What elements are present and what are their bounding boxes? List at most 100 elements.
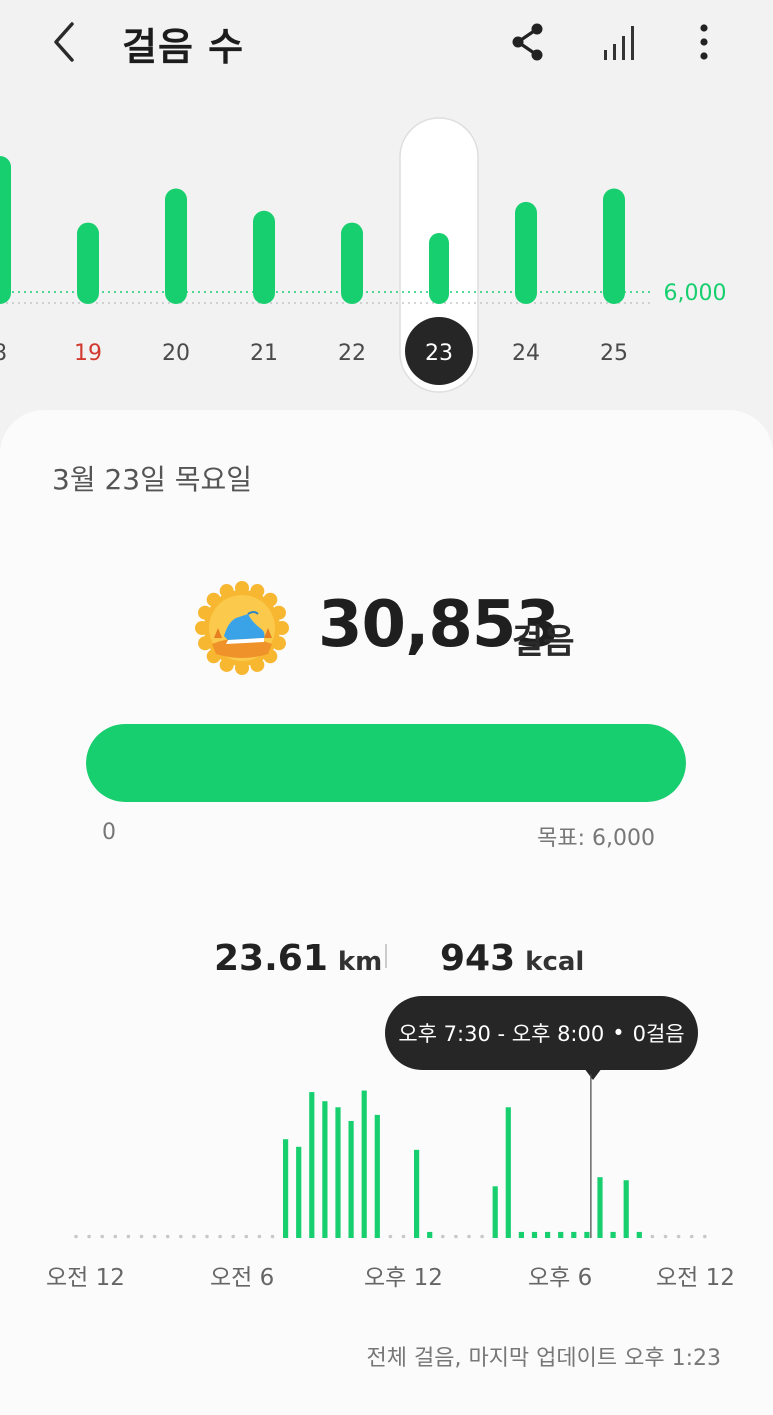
goal-value-label: 6,000: [664, 281, 727, 306]
day-label[interactable]: 8: [0, 341, 7, 366]
empty-slot-dot: [441, 1234, 445, 1239]
bar-tooltip: 오후 7:30 - 오후 8:00 • 0걸음: [385, 996, 698, 1070]
day-label[interactable]: 22: [338, 341, 366, 366]
empty-slot-dot: [480, 1234, 484, 1239]
hourly-bar[interactable]: [427, 1231, 433, 1238]
goal-progress-fill: [86, 724, 686, 802]
week-bars-chart[interactable]: 8 19 20 21 22 23 24 25 6,000: [0, 110, 773, 400]
empty-slot-dot: [87, 1234, 91, 1239]
hourly-steps-chart[interactable]: [0, 1070, 773, 1250]
hourly-bar[interactable]: [518, 1231, 524, 1238]
page-title: 걸음 수: [122, 25, 245, 69]
empty-slot-dot: [192, 1234, 196, 1239]
calories-unit: kcal: [525, 947, 585, 977]
empty-slot-dot: [454, 1234, 458, 1239]
x-tick-label: 오전 12: [46, 1265, 125, 1291]
x-tick-label: 오후 6: [528, 1265, 593, 1291]
hourly-bar[interactable]: [348, 1120, 354, 1238]
goal-progress-bar: [86, 724, 686, 802]
empty-slot-dot: [703, 1234, 707, 1239]
empty-slot-dot: [689, 1234, 694, 1239]
hourly-bar[interactable]: [623, 1180, 629, 1238]
empty-slot-dot: [231, 1234, 235, 1239]
day-bar[interactable]: [603, 188, 625, 304]
hourly-bar[interactable]: [636, 1231, 642, 1238]
share-icon: [512, 23, 543, 61]
day-bar[interactable]: [165, 188, 187, 304]
selected-date: 3월 23일 목요일: [52, 463, 253, 496]
more-vertical-icon: [700, 24, 708, 60]
x-tick-label: 오후 12: [364, 1265, 443, 1291]
hourly-bar[interactable]: [374, 1114, 380, 1238]
empty-slot-dot: [113, 1234, 118, 1239]
back-button[interactable]: [44, 18, 88, 66]
calories-stat: 943 kcal: [440, 938, 584, 979]
hourly-bar[interactable]: [558, 1231, 564, 1238]
day-label[interactable]: 24: [512, 341, 540, 366]
goal-label: 목표: 6,000: [537, 826, 655, 851]
x-tick-label: 오전 6: [210, 1265, 275, 1291]
distance-stat: 23.61 km: [214, 938, 382, 979]
empty-slot-dot: [257, 1234, 262, 1239]
progress-min-label: 0: [102, 820, 116, 845]
hourly-bar[interactable]: [584, 1231, 590, 1238]
hourly-bar[interactable]: [531, 1231, 538, 1238]
hourly-bar[interactable]: [309, 1092, 315, 1238]
day-label[interactable]: 25: [600, 341, 628, 366]
empty-slot-dot: [663, 1234, 668, 1239]
chevron-left-icon: [54, 22, 74, 62]
distance-unit: km: [337, 947, 383, 977]
hourly-bar[interactable]: [505, 1107, 511, 1238]
hourly-bar[interactable]: [610, 1231, 616, 1238]
empty-slot-dot: [205, 1234, 209, 1239]
hourly-bar[interactable]: [296, 1146, 302, 1238]
achievement-badge[interactable]: [194, 580, 290, 676]
hourly-bar[interactable]: [545, 1231, 551, 1238]
day-bar[interactable]: [341, 222, 363, 304]
empty-slot-dot: [244, 1234, 249, 1239]
last-update-text: 전체 걸음, 마지막 업데이트 오후 1:23: [366, 1346, 721, 1371]
day-label[interactable]: 23: [425, 341, 453, 366]
day-bar[interactable]: [0, 156, 11, 304]
empty-slot-dot: [139, 1234, 144, 1239]
empty-slot-dot: [467, 1234, 471, 1239]
day-label[interactable]: 21: [250, 341, 278, 366]
tooltip-range: 오후 7:30 - 오후 8:00: [398, 1022, 605, 1046]
day-label[interactable]: 19: [74, 341, 102, 366]
trends-button[interactable]: [596, 18, 644, 66]
tooltip-value: 0걸음: [632, 1022, 685, 1046]
hourly-bar[interactable]: [492, 1186, 498, 1238]
hourly-bar[interactable]: [322, 1101, 328, 1238]
calories-value: 943: [440, 938, 516, 979]
empty-slot-dot: [218, 1234, 222, 1239]
week-strip[interactable]: 8 19 20 21 22 23 24 25 6,000: [0, 110, 773, 400]
tooltip-separator: •: [612, 1021, 625, 1045]
empty-slot-dot: [650, 1234, 655, 1239]
day-bar[interactable]: [429, 232, 449, 304]
bar-chart-icon: [604, 26, 634, 60]
hourly-bar[interactable]: [414, 1149, 420, 1238]
share-button[interactable]: [504, 18, 552, 66]
empty-slot-dot: [401, 1234, 406, 1239]
empty-slot-dot: [676, 1234, 681, 1239]
empty-slot-dot: [126, 1234, 131, 1239]
x-tick-label: 오전 12: [656, 1265, 735, 1291]
empty-slot-dot: [152, 1234, 157, 1239]
day-bar[interactable]: [253, 210, 275, 304]
hourly-bar[interactable]: [597, 1177, 603, 1238]
more-options-button[interactable]: [682, 18, 730, 66]
hourly-bar[interactable]: [361, 1090, 367, 1238]
empty-slot-dot: [165, 1234, 170, 1239]
hourly-bar[interactable]: [571, 1231, 577, 1238]
hourly-bar[interactable]: [335, 1107, 341, 1238]
empty-slot-dot: [388, 1234, 393, 1239]
day-bar[interactable]: [77, 222, 99, 304]
stat-divider: [385, 944, 387, 968]
app-header: 걸음 수: [0, 0, 773, 90]
day-bar[interactable]: [515, 201, 537, 304]
steps-unit: 걸음: [512, 622, 575, 662]
day-label[interactable]: 20: [162, 341, 190, 366]
distance-value: 23.61: [214, 938, 328, 979]
hourly-bar[interactable]: [283, 1139, 289, 1238]
empty-slot-dot: [270, 1234, 275, 1239]
